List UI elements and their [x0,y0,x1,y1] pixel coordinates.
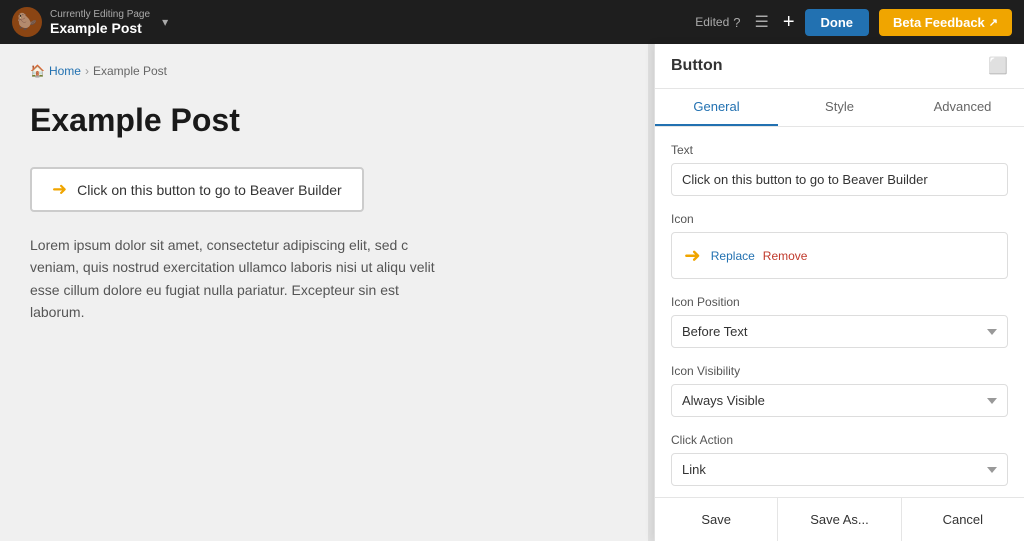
page-heading: Example Post [30,102,618,139]
panel-header: Button ⬜ [655,44,1024,89]
topbar-page-title: Example Post [50,20,150,36]
icon-position-field-group: Icon Position Before Text After Text [671,295,1008,348]
page-canvas: 🏠 Home › Example Post Example Post ➜ Cli… [0,44,648,541]
panel-footer: Save Save As... Cancel [655,497,1024,541]
icon-actions: Replace Remove [711,249,808,263]
page-button-text: Click on this button to go to Beaver Bui… [77,182,342,198]
panel-title: Button [671,57,723,75]
topbar-left: 🦫 Currently Editing Page Example Post ▾ [12,7,168,37]
save-as-button[interactable]: Save As... [778,498,901,541]
tab-advanced[interactable]: Advanced [901,89,1024,126]
icon-field-group: Icon ➜ Replace Remove [671,212,1008,279]
click-action-field-group: Click Action Link Lightbox Scroll [671,433,1008,486]
icon-position-label: Icon Position [671,295,1008,309]
panel-tabs: General Style Advanced [655,89,1024,127]
home-icon: 🏠 [30,64,45,78]
text-label: Text [671,143,1008,157]
edited-status: Edited ? [695,15,740,30]
page-button-wrap: ➜ Click on this button to go to Beaver B… [30,167,618,212]
icon-visibility-field-group: Icon Visibility Always Visible Hidden [671,364,1008,417]
breadcrumb-home[interactable]: Home [49,64,81,78]
menu-icon[interactable]: ☰ [750,8,772,36]
icon-remove-button[interactable]: Remove [763,249,808,263]
add-icon[interactable]: + [783,11,795,34]
minimize-icon[interactable]: ⬜ [988,56,1008,76]
cancel-button[interactable]: Cancel [902,498,1024,541]
done-button[interactable]: Done [805,9,870,36]
topbar-subtitle: Currently Editing Page [50,9,150,20]
icon-label: Icon [671,212,1008,226]
icon-preview: ➜ [684,243,701,268]
page-button[interactable]: ➜ Click on this button to go to Beaver B… [30,167,364,212]
save-button[interactable]: Save [655,498,778,541]
click-action-label: Click Action [671,433,1008,447]
topbar-title-block: Currently Editing Page Example Post [50,9,150,36]
tab-general[interactable]: General [655,89,778,126]
breadcrumb-current: Example Post [93,64,167,78]
arrow-circle-icon: ➜ [52,179,67,200]
avatar: 🦫 [12,7,42,37]
topbar-right: Edited ? ☰ + Done Beta Feedback ↗ [695,8,1012,36]
help-icon: ? [733,15,740,30]
icon-field: ➜ Replace Remove [671,232,1008,279]
click-action-select[interactable]: Link Lightbox Scroll [671,453,1008,486]
icon-position-select[interactable]: Before Text After Text [671,315,1008,348]
beta-feedback-button[interactable]: Beta Feedback ↗ [879,9,1012,36]
lorem-text: Lorem ipsum dolor sit amet, consectetur … [30,234,450,324]
breadcrumb-separator: › [85,64,89,78]
icon-visibility-label: Icon Visibility [671,364,1008,378]
tab-style[interactable]: Style [778,89,901,126]
panel-body: Text Icon ➜ Replace Remove Icon Position [655,127,1024,497]
main-layout: 🏠 Home › Example Post Example Post ➜ Cli… [0,44,1024,541]
icon-replace-button[interactable]: Replace [711,249,755,263]
button-panel: Button ⬜ General Style Advanced Text [654,44,1024,541]
topbar: 🦫 Currently Editing Page Example Post ▾ … [0,0,1024,44]
text-field-group: Text [671,143,1008,196]
text-input[interactable] [671,163,1008,196]
breadcrumb: 🏠 Home › Example Post [30,64,618,78]
icon-visibility-select[interactable]: Always Visible Hidden [671,384,1008,417]
chevron-down-icon[interactable]: ▾ [162,15,168,29]
external-link-icon: ↗ [989,16,998,29]
